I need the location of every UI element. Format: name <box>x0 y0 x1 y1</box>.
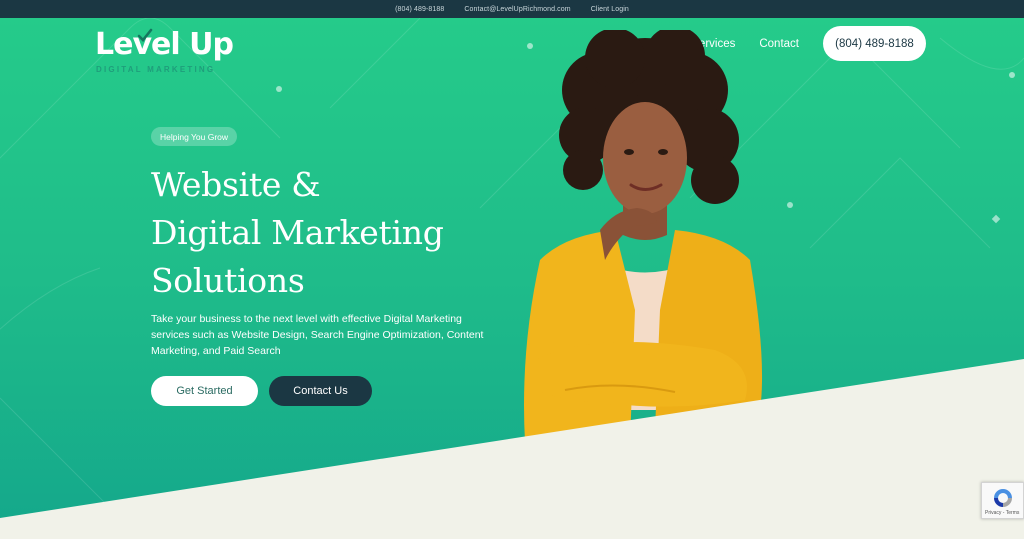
topbar-client-login-link[interactable]: Client Login <box>591 6 629 13</box>
recaptcha-badge[interactable]: Privacy - Terms <box>981 482 1024 519</box>
recaptcha-icon <box>994 489 1012 507</box>
topbar-phone-link[interactable]: (804) 489-8188 <box>395 6 444 13</box>
hero-section: Level Up DIGITAL MARKETING Services Cont… <box>0 18 1024 539</box>
hero-diagonal-divider <box>0 359 1024 539</box>
recaptcha-privacy-terms[interactable]: Privacy - Terms <box>985 510 1019 516</box>
top-bar: (804) 489-8188 Contact@LevelUpRichmond.c… <box>0 0 1024 18</box>
topbar-email-link[interactable]: Contact@LevelUpRichmond.com <box>464 6 570 13</box>
